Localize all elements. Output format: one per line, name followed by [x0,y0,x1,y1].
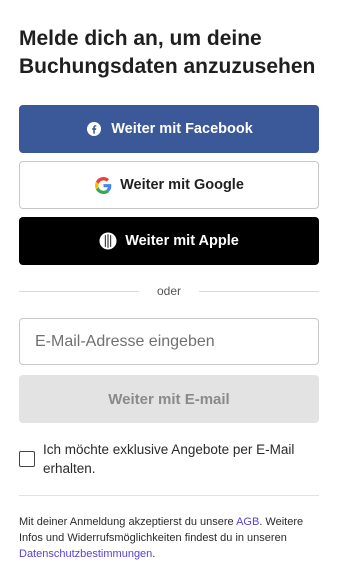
divider-text: oder [156,284,182,298]
legal-notice: Mit deiner Anmeldung akzeptierst du unse… [19,514,323,562]
apple-icon [99,232,117,250]
email-continue-button[interactable]: Weiter mit E-mail [19,375,319,423]
privacy-policy-link[interactable]: Datenschutzbestimmungen [19,548,152,560]
apple-login-label: Weiter mit Apple [125,233,239,249]
section-divider [19,495,319,496]
or-divider: oder [19,283,319,299]
google-login-button[interactable]: Weiter mit Google [19,161,319,209]
google-login-label: Weiter mit Google [120,177,244,193]
newsletter-checkbox-label: Ich möchte exklusive Angebote per E-Mail… [43,442,295,476]
legal-text-1: Mit deiner Anmeldung akzeptierst du unse… [19,516,237,528]
login-panel: Melde dich an, um deine Buchungsdaten an… [0,0,337,579]
facebook-icon [85,120,103,138]
apple-login-button[interactable]: Weiter mit Apple [19,217,319,265]
email-input[interactable] [19,318,319,365]
page-title: Melde dich an, um deine Buchungsdaten an… [19,27,316,78]
legal-text-3: . [152,548,156,560]
facebook-login-label: Weiter mit Facebook [111,121,253,137]
newsletter-checkbox[interactable] [19,451,35,467]
google-icon [94,176,112,194]
newsletter-opt-in: Ich möchte exklusive Angebote per E-Mail… [19,440,319,478]
divider-line-left [19,290,139,292]
agb-link[interactable]: AGB [236,516,259,528]
divider-line-right [199,290,319,292]
facebook-login-button[interactable]: Weiter mit Facebook [19,105,319,153]
